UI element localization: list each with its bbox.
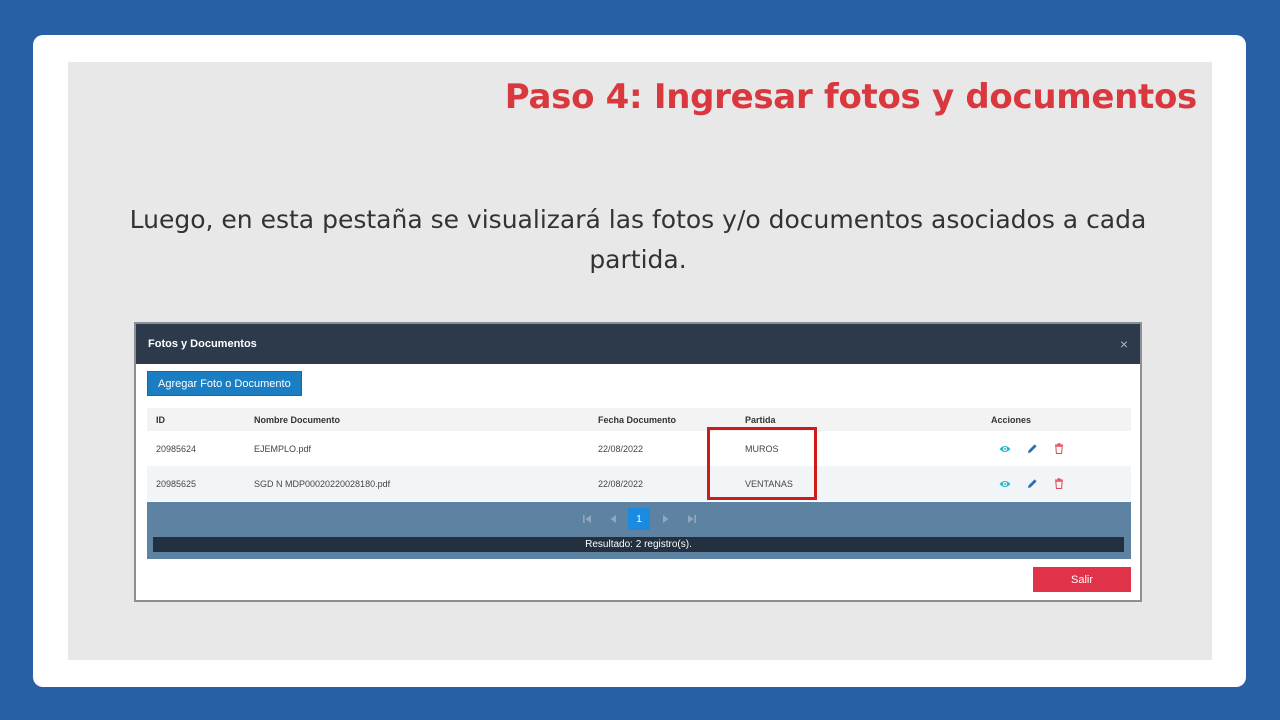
table-row: 20985624 EJEMPLO.pdf 22/08/2022 MUROS <box>147 431 1131 466</box>
pagination-bar: 1 Resultado: 2 registro(s). <box>147 502 1131 559</box>
current-page-button[interactable]: 1 <box>628 508 650 530</box>
add-photo-document-button[interactable]: Agregar Foto o Documento <box>147 371 302 396</box>
pencil-icon[interactable] <box>1027 478 1038 489</box>
modal-header: Fotos y Documentos × <box>136 324 1140 364</box>
last-page-icon[interactable] <box>680 508 702 530</box>
cell-name: EJEMPLO.pdf <box>254 443 312 454</box>
previous-page-icon[interactable] <box>602 508 624 530</box>
slide-content: Paso 4: Ingresar fotos y documentos Lueg… <box>68 62 1212 660</box>
column-header-name: Nombre Documento <box>254 414 341 425</box>
trash-icon[interactable] <box>1054 443 1064 454</box>
cell-partida: VENTANAS <box>745 478 793 489</box>
close-icon[interactable]: × <box>1120 336 1128 352</box>
cell-date: 22/08/2022 <box>598 478 644 489</box>
eye-icon[interactable] <box>999 479 1011 489</box>
cell-name: SGD N MDP00020220028180.pdf <box>254 478 391 489</box>
trash-icon[interactable] <box>1054 478 1064 489</box>
pagination-controls: 1 <box>147 508 1131 530</box>
slide-card: Paso 4: Ingresar fotos y documentos Lueg… <box>33 35 1246 687</box>
row-actions <box>999 443 1064 454</box>
photos-documents-modal: Fotos y Documentos × Agregar Foto o Docu… <box>134 322 1142 602</box>
documents-table: ID Nombre Documento Fecha Documento Part… <box>147 408 1131 501</box>
eye-icon[interactable] <box>999 444 1011 454</box>
result-count: Resultado: 2 registro(s). <box>153 537 1124 552</box>
table-header: ID Nombre Documento Fecha Documento Part… <box>147 408 1131 431</box>
column-header-date: Fecha Documento <box>598 414 677 425</box>
table-row: 20985625 SGD N MDP00020220028180.pdf 22/… <box>147 466 1131 501</box>
modal-title: Fotos y Documentos <box>148 338 257 350</box>
column-header-partida: Partida <box>745 414 776 425</box>
exit-button[interactable]: Salir <box>1033 567 1131 592</box>
row-actions <box>999 478 1064 489</box>
cell-id: 20985625 <box>156 478 197 489</box>
slide-title: Paso 4: Ingresar fotos y documentos <box>504 77 1198 117</box>
slide-description: Luego, en esta pestaña se visualizará la… <box>129 205 1147 274</box>
next-page-icon[interactable] <box>654 508 676 530</box>
cell-partida: MUROS <box>745 443 779 454</box>
pencil-icon[interactable] <box>1027 443 1038 454</box>
column-header-actions: Acciones <box>991 414 1032 425</box>
cell-date: 22/08/2022 <box>598 443 644 454</box>
cell-id: 20985624 <box>156 443 197 454</box>
column-header-id: ID <box>156 414 165 425</box>
first-page-icon[interactable] <box>576 508 598 530</box>
